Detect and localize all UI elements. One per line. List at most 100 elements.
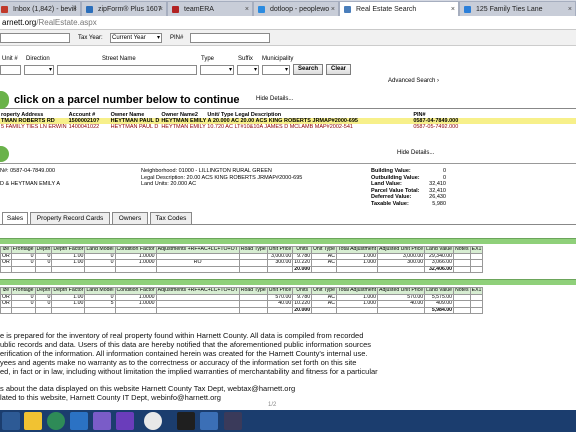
tab-tax-codes[interactable]: Tax Codes: [150, 212, 192, 224]
close-icon[interactable]: ×: [245, 2, 249, 16]
grid-cell: 0: [34, 252, 53, 261]
disclaimer-line: yees and agents make no warranty as to t…: [0, 358, 357, 367]
land-units-text: Land Units: 20.000 AC: [141, 181, 197, 187]
tab-real-estate-search[interactable]: Real Estate Search ×: [339, 1, 459, 16]
advanced-search-link[interactable]: Advanced Search ›: [388, 78, 439, 84]
app-icon[interactable]: [70, 412, 88, 430]
grid-cell: [238, 252, 268, 261]
grid-cell: [51, 265, 86, 274]
owner-input[interactable]: [0, 33, 70, 43]
table-cell: HEYTMAN EMILY 10.720 AC LT#10&10A JAMES …: [161, 124, 353, 130]
close-icon[interactable]: ×: [159, 2, 163, 16]
tab-teamera[interactable]: teamERA ×: [167, 1, 253, 16]
grid-cell: [266, 306, 294, 315]
close-icon[interactable]: ×: [451, 2, 455, 16]
address-bar[interactable]: arnett.org/RealEstate.aspx: [0, 16, 576, 30]
grid-cell: [377, 306, 426, 315]
grid-col-header: Depth Factor: [51, 246, 86, 254]
tax-year-select[interactable]: Current Year: [110, 33, 162, 43]
close-icon[interactable]: ×: [568, 2, 572, 16]
tab-zipform[interactable]: zipForm® Plus 1607 ×: [81, 1, 167, 16]
windows-icon[interactable]: [2, 412, 20, 430]
os-taskbar: [0, 410, 576, 432]
grid-cell: [10, 265, 36, 274]
grid-cell: 3,066.00: [424, 259, 455, 267]
grid-cell: 32,406.00: [424, 265, 455, 274]
grid-header-row: ize Frontage Depth Depth Factor Land Model Co…: [0, 246, 484, 254]
app-icon[interactable]: [224, 412, 242, 430]
table-row[interactable]: 5 FAMILY TIES LN ERWIN 1400041022 HEYTMA…: [0, 124, 576, 130]
tax-year-label: Tax Year:: [78, 35, 103, 41]
tab-inbox[interactable]: Inbox (1,842) - bevill ×: [0, 1, 81, 16]
grid-col-header: Total Adjustment: [335, 246, 379, 254]
grid-cell: 1.00: [51, 293, 86, 302]
grid-col-header: Land Model: [84, 246, 116, 254]
values-panel: Building Value: 0 Outbuilding Value: 0 Lan…: [371, 168, 446, 207]
close-icon[interactable]: ×: [73, 2, 77, 16]
clear-button[interactable]: Clear: [326, 64, 351, 75]
hide-details-link[interactable]: Hide Details...: [397, 150, 434, 156]
direction-label: Direction: [26, 56, 50, 62]
search-button[interactable]: Search: [293, 64, 323, 75]
home-icon[interactable]: [177, 412, 195, 430]
municipality-select[interactable]: [262, 65, 290, 75]
grid-cell: 300.00: [266, 259, 294, 267]
grid-cell: [469, 300, 484, 308]
grid-title-bar: [0, 238, 576, 244]
grid-cell: 40.00: [377, 300, 426, 308]
file-explorer-icon[interactable]: [24, 412, 42, 430]
parcel-link[interactable]: 1400041022: [68, 124, 110, 130]
tab-property-record-cards[interactable]: Property Record Cards: [30, 212, 110, 224]
tab-dotloop[interactable]: dotloop - peoplewo ×: [253, 1, 339, 16]
street-input[interactable]: [57, 65, 197, 75]
pin-label: PIN#: [170, 35, 184, 41]
grid-col-header: Adjusted Unit Price: [377, 246, 426, 254]
grid-col-header: Condition Factor: [114, 246, 157, 254]
grid-cell: 20.000: [292, 306, 313, 315]
value-label: Land Value:: [371, 181, 402, 187]
suffix-select[interactable]: [237, 65, 259, 75]
grid-cell: [114, 306, 157, 315]
pin-input[interactable]: [190, 33, 270, 43]
grid-cell: 1.00: [51, 300, 86, 308]
settings-icon[interactable]: [116, 412, 134, 430]
parcel-table: roperty Address Account # Owner Name Own…: [0, 112, 576, 130]
grid-cell: 1.000: [335, 293, 379, 302]
tab-sales[interactable]: Sales: [2, 212, 28, 224]
land-grid-current: ize Frontage Depth Depth Factor Land Model Co…: [0, 246, 484, 274]
grid-col-header: Total Adjustment: [335, 287, 379, 295]
chevron-right-icon: ›: [437, 78, 440, 84]
disclaimer-line: ed, in fact or in law, including without…: [0, 367, 378, 376]
chrome-icon[interactable]: [144, 412, 162, 430]
grid-cell: 1.0000: [114, 259, 157, 267]
grid-cell: [238, 293, 268, 302]
close-icon[interactable]: ×: [331, 2, 335, 16]
grid-cell: 5,984.00: [424, 306, 455, 315]
unit-input[interactable]: [0, 65, 21, 75]
grid-col-header: ize: [0, 287, 12, 295]
details-header: [0, 144, 576, 164]
app-icon[interactable]: [200, 412, 218, 430]
grid-cell: [335, 306, 379, 315]
grid-col-header: Adjustments +RF+AC+LC+TO+OT: [155, 246, 240, 254]
grid-cell: 20.000: [292, 265, 313, 274]
hide-details-link[interactable]: Hide Details...: [256, 96, 293, 102]
grid-cell: [469, 252, 484, 261]
grid-cell: 1.0000: [114, 252, 157, 261]
grid-col-header: Unit Price: [266, 287, 294, 295]
table-cell: 0587-05-7492.000: [413, 124, 459, 130]
type-select[interactable]: [200, 65, 234, 75]
grid-cell: AC: [311, 300, 337, 308]
table-cell: HEYTMAN PAUL D: [110, 124, 159, 130]
direction-select[interactable]: [24, 65, 54, 75]
tab-label: Inbox (1,842) - bevill: [13, 6, 77, 13]
grid-col-header: Notes: [453, 246, 471, 254]
search-toolbar: Tax Year: Current Year PIN#: [0, 30, 576, 46]
media-player-icon[interactable]: [47, 412, 65, 430]
grid-cell: OR: [0, 252, 12, 261]
grid-cell: [238, 300, 268, 308]
grid-cell: 0: [10, 293, 36, 302]
tab-owners[interactable]: Owners: [112, 212, 148, 224]
app-icon[interactable]: [93, 412, 111, 430]
tab-family-ties[interactable]: 125 Family Ties Lane ×: [459, 1, 576, 16]
